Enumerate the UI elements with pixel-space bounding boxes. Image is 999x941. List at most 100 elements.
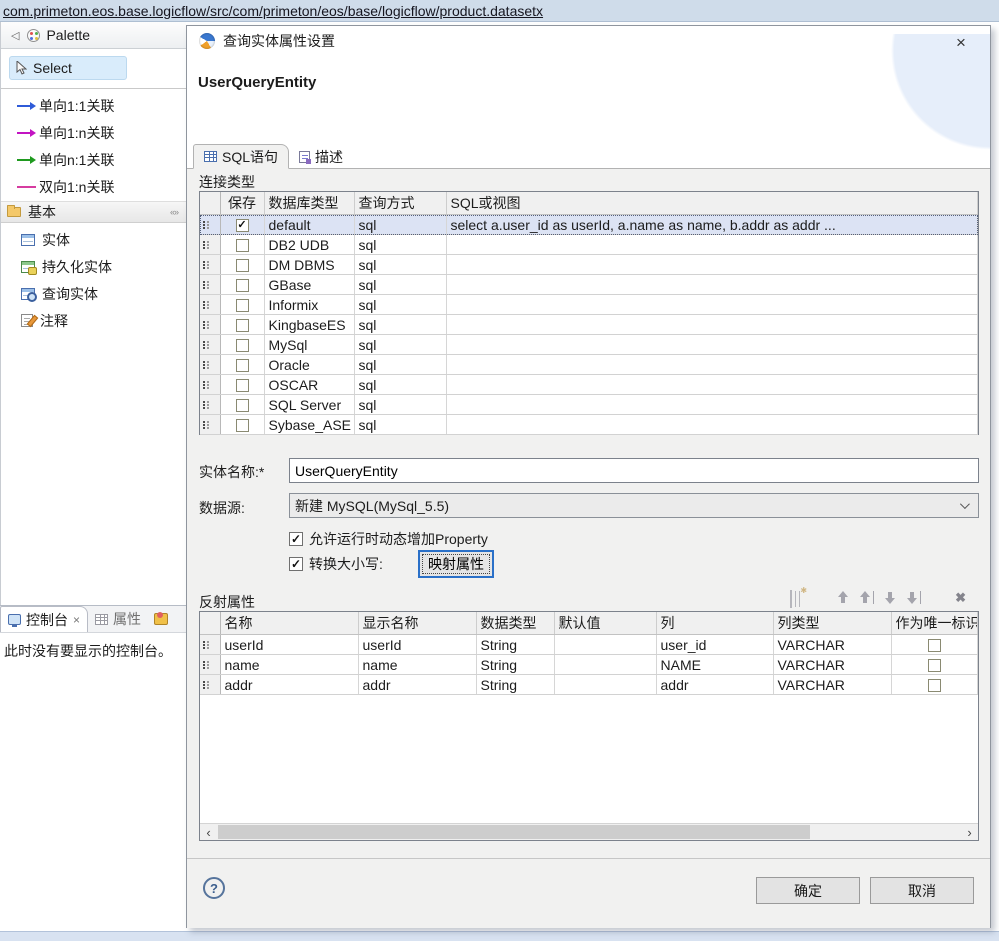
sql-cell[interactable] bbox=[446, 255, 978, 275]
dialog-tab-sql[interactable]: SQL语句 bbox=[193, 144, 289, 169]
db-type-cell[interactable]: OSCAR bbox=[264, 375, 354, 395]
save-cell[interactable] bbox=[220, 295, 264, 315]
sql-cell[interactable] bbox=[446, 315, 978, 335]
palette-item[interactable]: 注释 bbox=[1, 307, 186, 334]
column-header-default[interactable]: 默认值 bbox=[554, 612, 656, 635]
row-handle[interactable] bbox=[200, 395, 220, 415]
query-mode-cell[interactable]: sql bbox=[354, 255, 446, 275]
palette-header[interactable]: ◁ Palette bbox=[1, 22, 186, 49]
query-mode-cell[interactable]: sql bbox=[354, 395, 446, 415]
db-type-cell[interactable]: Oracle bbox=[264, 355, 354, 375]
db-type-cell[interactable]: Informix bbox=[264, 295, 354, 315]
connection-row[interactable]: OSCARsql bbox=[200, 375, 978, 395]
default-cell[interactable] bbox=[554, 655, 656, 675]
row-handle[interactable] bbox=[200, 655, 220, 675]
move-up-icon[interactable] bbox=[837, 591, 849, 604]
scroll-left-icon[interactable]: ‹ bbox=[200, 825, 217, 840]
save-cell[interactable] bbox=[220, 395, 264, 415]
console-tab-inactive[interactable]: 属性 bbox=[88, 606, 148, 632]
sql-cell[interactable] bbox=[446, 335, 978, 355]
default-cell[interactable] bbox=[554, 635, 656, 655]
connection-row[interactable]: DB2 UDBsql bbox=[200, 235, 978, 255]
column-header-name[interactable]: 名称 bbox=[220, 612, 358, 635]
problems-tab-icon-partial[interactable] bbox=[154, 613, 168, 625]
unique-checkbox[interactable] bbox=[928, 679, 941, 692]
scrollbar-thumb[interactable] bbox=[218, 825, 810, 839]
column-header-save[interactable]: 保存 bbox=[220, 192, 264, 215]
column-header-unique[interactable]: 作为唯一标识 bbox=[891, 612, 978, 635]
palette-item-select[interactable]: Select bbox=[9, 56, 127, 80]
mapping-row[interactable]: addraddrStringaddrVARCHAR bbox=[200, 675, 978, 695]
save-checkbox[interactable] bbox=[236, 399, 249, 412]
case-convert-option[interactable]: ✓ 转换大小写: bbox=[289, 554, 383, 574]
query-mode-cell[interactable]: sql bbox=[354, 375, 446, 395]
connection-row[interactable]: Oraclesql bbox=[200, 355, 978, 375]
column-type-cell[interactable]: VARCHAR bbox=[773, 635, 891, 655]
sql-cell[interactable] bbox=[446, 235, 978, 255]
db-type-cell[interactable]: MySql bbox=[264, 335, 354, 355]
column-type-cell[interactable]: VARCHAR bbox=[773, 675, 891, 695]
unique-checkbox[interactable] bbox=[928, 659, 941, 672]
row-handle[interactable] bbox=[200, 275, 220, 295]
data-type-cell[interactable]: String bbox=[476, 655, 554, 675]
dynamic-property-option[interactable]: ✓ 允许运行时动态增加Property bbox=[289, 529, 488, 549]
palette-item[interactable]: 持久化实体 bbox=[1, 253, 186, 280]
move-bottom-icon[interactable] bbox=[906, 591, 921, 604]
name-cell[interactable]: userId bbox=[220, 635, 358, 655]
console-tab-active[interactable]: 控制台× bbox=[0, 606, 88, 632]
delete-icon[interactable]: ✖ bbox=[955, 591, 966, 604]
horizontal-scrollbar[interactable]: ‹ › bbox=[200, 823, 978, 840]
name-cell[interactable]: name bbox=[220, 655, 358, 675]
collapse-palette-icon[interactable]: ◁ bbox=[11, 29, 19, 42]
unique-cell[interactable] bbox=[891, 635, 978, 655]
db-type-cell[interactable]: Sybase_ASE bbox=[264, 415, 354, 435]
cancel-button[interactable]: 取消 bbox=[870, 877, 974, 904]
dynamic-property-checkbox[interactable]: ✓ bbox=[289, 532, 303, 546]
row-handle[interactable] bbox=[200, 355, 220, 375]
column-cell[interactable]: user_id bbox=[656, 635, 773, 655]
column-header-column[interactable]: 列 bbox=[656, 612, 773, 635]
row-handle[interactable] bbox=[200, 635, 220, 655]
sql-cell[interactable] bbox=[446, 295, 978, 315]
unique-checkbox[interactable] bbox=[928, 639, 941, 652]
save-checkbox[interactable] bbox=[236, 299, 249, 312]
data-type-cell[interactable]: String bbox=[476, 675, 554, 695]
palette-item[interactable]: 实体 bbox=[1, 226, 186, 253]
save-cell[interactable]: ✓ bbox=[220, 215, 264, 235]
save-checkbox[interactable] bbox=[236, 279, 249, 292]
move-down-icon[interactable] bbox=[884, 591, 896, 604]
sql-cell[interactable] bbox=[446, 275, 978, 295]
entity-name-input[interactable] bbox=[289, 458, 979, 483]
column-header-db-type[interactable]: 数据库类型 bbox=[264, 192, 354, 215]
palette-item[interactable]: 查询实体 bbox=[1, 280, 186, 307]
query-mode-cell[interactable]: sql bbox=[354, 215, 446, 235]
column-header-sql-view[interactable]: SQL或视图 bbox=[446, 192, 978, 215]
db-type-cell[interactable]: SQL Server bbox=[264, 395, 354, 415]
unique-cell[interactable] bbox=[891, 655, 978, 675]
column-cell[interactable]: addr bbox=[656, 675, 773, 695]
save-checkbox[interactable]: ✓ bbox=[236, 219, 249, 232]
mapping-row[interactable]: userIduserIdStringuser_idVARCHAR bbox=[200, 635, 978, 655]
column-type-cell[interactable]: VARCHAR bbox=[773, 655, 891, 675]
palette-item-relation[interactable]: 单向1:n关联 bbox=[1, 119, 186, 146]
column-header-query-mode[interactable]: 查询方式 bbox=[354, 192, 446, 215]
column-header-column-type[interactable]: 列类型 bbox=[773, 612, 891, 635]
sql-cell[interactable]: select a.user_id as userId, a.name as na… bbox=[446, 215, 978, 235]
row-handle[interactable] bbox=[200, 335, 220, 355]
dialog-tab-description[interactable]: 描述 bbox=[289, 144, 353, 169]
close-icon[interactable]: × bbox=[950, 32, 972, 54]
palette-item-relation[interactable]: 双向1:n关联 bbox=[1, 173, 186, 200]
query-mode-cell[interactable]: sql bbox=[354, 275, 446, 295]
sql-cell[interactable] bbox=[446, 415, 978, 435]
sql-cell[interactable] bbox=[446, 355, 978, 375]
query-mode-cell[interactable]: sql bbox=[354, 315, 446, 335]
connection-row[interactable]: SQL Serversql bbox=[200, 395, 978, 415]
save-cell[interactable] bbox=[220, 415, 264, 435]
help-icon[interactable]: ? bbox=[203, 877, 225, 899]
save-checkbox[interactable] bbox=[236, 239, 249, 252]
dialog-title-bar[interactable]: 查询实体属性设置 bbox=[187, 26, 990, 56]
query-mode-cell[interactable]: sql bbox=[354, 295, 446, 315]
default-cell[interactable] bbox=[554, 675, 656, 695]
datasource-select[interactable]: 新建 MySQL(MySql_5.5) bbox=[289, 493, 979, 518]
connection-row[interactable]: GBasesql bbox=[200, 275, 978, 295]
